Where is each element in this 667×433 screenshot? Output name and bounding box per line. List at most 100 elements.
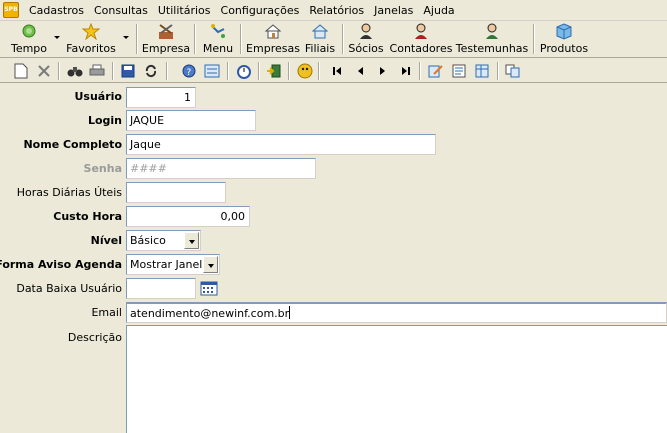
- testemunhas-button[interactable]: Testemunhas: [455, 22, 529, 58]
- nome-completo-field[interactable]: Jaque: [126, 134, 436, 155]
- nivel-select[interactable]: Básico: [126, 230, 201, 251]
- form-view-icon[interactable]: [203, 62, 221, 80]
- filiais-button[interactable]: Filiais: [303, 22, 337, 58]
- help-icon[interactable]: ?: [180, 62, 198, 80]
- usuario-field[interactable]: 1: [126, 87, 196, 108]
- toolbar-separator: [240, 24, 242, 54]
- new-record-icon[interactable]: [12, 62, 30, 80]
- menu-label: Menu: [202, 42, 234, 55]
- descricao-textarea[interactable]: [126, 325, 667, 433]
- menu-consultas[interactable]: Consultas: [89, 0, 153, 21]
- horas-diarias-label: Horas Diárias Úteis: [16, 186, 122, 199]
- testemunhas-label: Testemunhas: [455, 42, 529, 55]
- toolbar-separator: [112, 62, 114, 80]
- edit-icon[interactable]: [427, 62, 445, 80]
- toolbar-separator: [419, 62, 421, 80]
- toolbar-separator: [166, 62, 168, 80]
- toolbar-separator: [194, 24, 196, 54]
- tempo-button[interactable]: Tempo: [8, 22, 50, 58]
- toolbar-separator: [258, 62, 260, 80]
- empresas-label: Empresas: [246, 42, 300, 55]
- toolbar-separator: [136, 24, 138, 54]
- tools-icon: [157, 23, 175, 40]
- record-toolbar: ?: [0, 59, 667, 83]
- nivel-value: Básico: [130, 234, 166, 247]
- menu-button[interactable]: Menu: [200, 22, 236, 58]
- person-icon: [412, 23, 430, 40]
- login-label: Login: [87, 114, 122, 127]
- star-icon: [81, 22, 101, 41]
- forma-aviso-select[interactable]: Mostrar Janela: [126, 254, 220, 275]
- menu-configuracoes[interactable]: Configurações: [216, 0, 305, 21]
- toolbar-separator: [497, 62, 499, 80]
- senha-label: Senha: [83, 162, 122, 175]
- next-record-icon[interactable]: [374, 62, 392, 80]
- data-baixa-label: Data Baixa Usuário: [16, 282, 122, 295]
- socios-button[interactable]: Sócios: [348, 22, 384, 58]
- text-caret: [289, 306, 291, 319]
- contadores-label: Contadores: [389, 42, 453, 55]
- first-record-icon[interactable]: [328, 62, 346, 80]
- save-icon[interactable]: [119, 62, 137, 80]
- menu-cadastros[interactable]: Cadastros: [24, 0, 89, 21]
- printer-icon[interactable]: [88, 62, 106, 80]
- calendar-icon[interactable]: [200, 280, 218, 296]
- favoritos-label: Favoritos: [66, 42, 116, 55]
- toolbar-separator: [58, 62, 60, 80]
- nome-completo-label: Nome Completo: [23, 138, 122, 151]
- face-icon[interactable]: [296, 62, 314, 80]
- senha-field: ####: [126, 158, 316, 179]
- menu-ajuda[interactable]: Ajuda: [418, 0, 459, 21]
- custo-hora-label: Custo Hora: [53, 210, 122, 223]
- menu-relatorios[interactable]: Relatórios: [304, 0, 369, 21]
- favoritos-button[interactable]: Favoritos: [64, 22, 118, 58]
- chevron-down-icon[interactable]: [184, 232, 199, 249]
- copy-icon[interactable]: [504, 62, 522, 80]
- empresa-label: Empresa: [141, 42, 191, 55]
- toolbar-separator: [288, 62, 290, 80]
- favoritos-dropdown-arrow-icon[interactable]: [123, 36, 129, 39]
- tempo-label: Tempo: [10, 42, 48, 55]
- chevron-down-icon[interactable]: [203, 256, 218, 273]
- email-field[interactable]: atendimento@newinf.com.br: [126, 302, 667, 323]
- svg-text:?: ?: [187, 68, 192, 78]
- toolbar-separator: [342, 24, 344, 54]
- toolbar-separator: [227, 62, 229, 80]
- grid-report-icon[interactable]: [474, 62, 492, 80]
- house-icon: [264, 23, 282, 40]
- menu-janelas[interactable]: Janelas: [369, 0, 418, 21]
- login-field[interactable]: JAQUE: [126, 110, 256, 131]
- person-icon: [357, 23, 375, 40]
- previous-record-icon[interactable]: [351, 62, 369, 80]
- main-toolbar: Tempo Favoritos Empresa Menu Empresas Fi…: [0, 22, 667, 58]
- email-label: Email: [91, 306, 122, 319]
- horas-diarias-field[interactable]: [126, 182, 226, 203]
- menu-utilitarios[interactable]: Utilitários: [153, 0, 216, 21]
- toolbar-separator: [533, 24, 535, 54]
- last-record-icon[interactable]: [397, 62, 415, 80]
- toolbar-separator: [318, 62, 320, 80]
- socios-label: Sócios: [348, 42, 384, 55]
- empresa-button[interactable]: Empresa: [141, 22, 191, 58]
- app-logo-icon: SPB: [3, 2, 19, 18]
- filiais-label: Filiais: [304, 42, 336, 55]
- produtos-button[interactable]: Produtos: [539, 22, 589, 58]
- custo-hora-field[interactable]: 0,00: [126, 206, 250, 227]
- empresas-button[interactable]: Empresas: [246, 22, 300, 58]
- delete-icon[interactable]: [35, 62, 53, 80]
- box-icon: [555, 23, 573, 40]
- data-baixa-field[interactable]: [126, 278, 196, 299]
- person-icon: [483, 23, 501, 40]
- contadores-button[interactable]: Contadores: [389, 22, 453, 58]
- stopwatch-icon[interactable]: [235, 62, 253, 80]
- report-icon[interactable]: [451, 62, 469, 80]
- houses-icon: [311, 23, 329, 40]
- menu-bar: SPB Cadastros Consultas Utilitários Conf…: [0, 0, 667, 21]
- binoculars-icon[interactable]: [66, 62, 84, 80]
- usuario-label: Usuário: [74, 90, 123, 103]
- email-value: atendimento@newinf.com.br: [130, 307, 290, 320]
- refresh-icon[interactable]: [142, 62, 160, 80]
- forma-aviso-label: Forma Aviso Agenda: [0, 258, 122, 271]
- tempo-dropdown-arrow-icon[interactable]: [54, 36, 60, 39]
- exit-door-icon[interactable]: [265, 62, 283, 80]
